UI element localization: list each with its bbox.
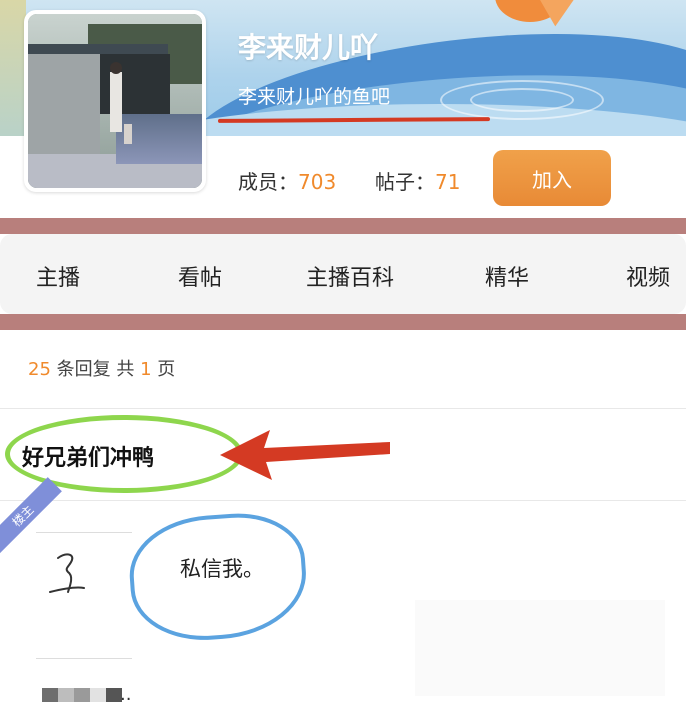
blur-block xyxy=(42,688,58,702)
join-button[interactable]: 加入 xyxy=(493,150,611,206)
section-divider xyxy=(0,314,686,330)
bar-subtitle: 李来财儿吖的鱼吧 xyxy=(238,86,391,108)
avatar-photo-image xyxy=(28,14,202,188)
avatar[interactable] xyxy=(24,10,206,192)
annotation-circle xyxy=(5,415,243,493)
tab-streamer[interactable]: 主播 xyxy=(36,260,80,292)
signature-icon xyxy=(49,553,85,593)
tab-featured[interactable]: 精华 xyxy=(485,260,529,292)
signature-divider xyxy=(36,532,132,533)
blur-block xyxy=(58,688,74,702)
banner-decoration xyxy=(0,0,26,136)
reply-info: 25 条回复 共 1 页 xyxy=(28,355,175,381)
posts-stat: 帖子：71 xyxy=(375,166,460,195)
posts-label: 帖子： xyxy=(375,170,435,194)
post-body: 私信我。 xyxy=(180,557,264,581)
tab-videos[interactable]: 视频 xyxy=(626,260,670,292)
blur-block xyxy=(74,688,90,702)
post-image-placeholder xyxy=(415,600,665,696)
members-count: 703 xyxy=(298,170,337,194)
blurred-username xyxy=(42,688,122,702)
signature-divider xyxy=(36,658,132,659)
avatar-photo xyxy=(28,14,202,188)
divider xyxy=(0,408,686,409)
page-count: 1 xyxy=(140,359,152,380)
tab-wiki[interactable]: 主播百科 xyxy=(306,260,394,292)
banner-ripple xyxy=(470,88,574,112)
reply-count: 25 xyxy=(28,359,51,380)
blur-block xyxy=(90,688,106,702)
members-stat: 成员：703 xyxy=(238,166,336,195)
members-label: 成员： xyxy=(238,170,298,194)
posts-count: 71 xyxy=(435,170,461,194)
arrow-left-icon xyxy=(220,430,390,480)
section-divider xyxy=(0,218,686,234)
bar-title: 李来财儿吖 xyxy=(238,31,379,64)
page-unit: 页 xyxy=(157,359,176,380)
trailing-text: .. xyxy=(120,684,132,705)
divider xyxy=(0,500,686,501)
tab-posts[interactable]: 看帖 xyxy=(178,260,222,292)
reply-text: 条回复 共 xyxy=(56,359,135,380)
